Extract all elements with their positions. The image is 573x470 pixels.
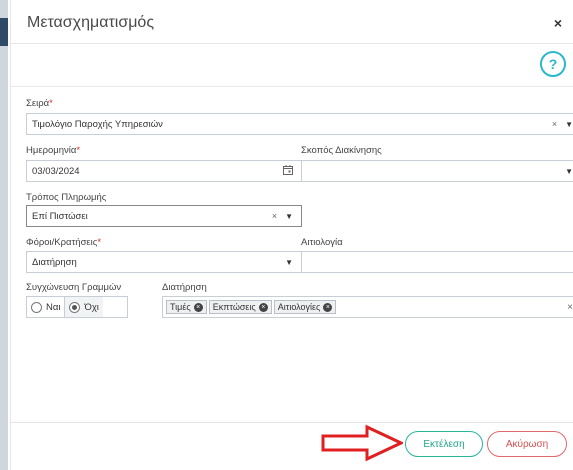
- background-panel: [0, 0, 8, 470]
- chevron-down-icon[interactable]: ▼: [285, 212, 293, 221]
- clear-icon[interactable]: ×: [272, 211, 277, 221]
- payment-method-label: Τρόπος Πληρωμής: [26, 192, 107, 203]
- merge-lines-option-yes[interactable]: Ναι: [27, 297, 64, 317]
- radio-button-checked[interactable]: [69, 301, 81, 313]
- dialog-header: Μετασχηματισμός ×: [11, 0, 573, 44]
- date-field[interactable]: 03/03/2024: [26, 160, 302, 182]
- tag-prices: Τιμές ×: [166, 300, 207, 314]
- transform-dialog: Μετασχηματισμός × ? Σειρά* Τιμολόγιο Παρ…: [10, 0, 573, 470]
- clear-icon[interactable]: ×: [567, 302, 573, 313]
- footer-divider: [11, 422, 573, 423]
- background-accent: [0, 18, 8, 46]
- clear-icon[interactable]: ×: [552, 119, 557, 129]
- radio-button[interactable]: [31, 301, 42, 313]
- dialog-title: Μετασχηματισμός: [27, 14, 155, 31]
- remove-tag-icon[interactable]: ×: [323, 302, 333, 312]
- transport-purpose-label: Σκοπός Διακίνησης: [301, 145, 382, 156]
- chevron-down-icon[interactable]: ▼: [285, 258, 293, 267]
- merge-lines-option-no[interactable]: Όχι: [64, 297, 103, 317]
- merge-lines-radio-group: Ναι Όχι: [26, 296, 128, 318]
- payment-method-value: Επί Πιστώσει: [32, 210, 88, 222]
- series-value: Τιμολόγιο Παροχής Υπηρεσιών: [32, 118, 163, 130]
- chevron-down-icon[interactable]: ▼: [565, 167, 573, 176]
- remove-tag-icon[interactable]: ×: [193, 302, 203, 312]
- justification-label: Αιτιολογία: [301, 237, 343, 248]
- series-label: Σειρά*: [26, 98, 53, 109]
- taxes-label: Φόροι/Κρατήσεις*: [26, 237, 102, 248]
- payment-method-select[interactable]: Επί Πιστώσει × ▼: [26, 205, 302, 227]
- taxes-value: Διατήρηση: [32, 256, 77, 268]
- divider: [11, 86, 573, 87]
- transport-purpose-select[interactable]: ▼: [301, 160, 573, 182]
- retain-label: Διατήρηση: [162, 282, 207, 293]
- date-value: 03/03/2024: [32, 165, 80, 177]
- execute-button[interactable]: Εκτέλεση: [405, 431, 483, 457]
- date-label: Ημερομηνία*: [26, 145, 81, 156]
- series-select[interactable]: Τιμολόγιο Παροχής Υπηρεσιών × ▼: [26, 113, 573, 135]
- justification-input[interactable]: [301, 251, 573, 273]
- red-arrow-icon: [321, 424, 403, 462]
- tag-discounts: Εκπτώσεις ×: [208, 300, 272, 314]
- close-icon[interactable]: ×: [554, 15, 562, 31]
- tag-justifications: Αιτιολογίες ×: [273, 300, 337, 314]
- chevron-down-icon[interactable]: ▼: [565, 120, 573, 129]
- calendar-icon[interactable]: [283, 165, 293, 177]
- retain-multiselect[interactable]: Τιμές × Εκπτώσεις × Αιτιολογίες × ×: [162, 296, 573, 318]
- merge-lines-label: Συγχώνευση Γραμμών: [26, 282, 122, 293]
- remove-tag-icon[interactable]: ×: [258, 302, 268, 312]
- taxes-select[interactable]: Διατήρηση ▼: [26, 251, 302, 273]
- cancel-button[interactable]: Ακύρωση: [487, 431, 567, 457]
- help-icon[interactable]: ?: [540, 51, 566, 77]
